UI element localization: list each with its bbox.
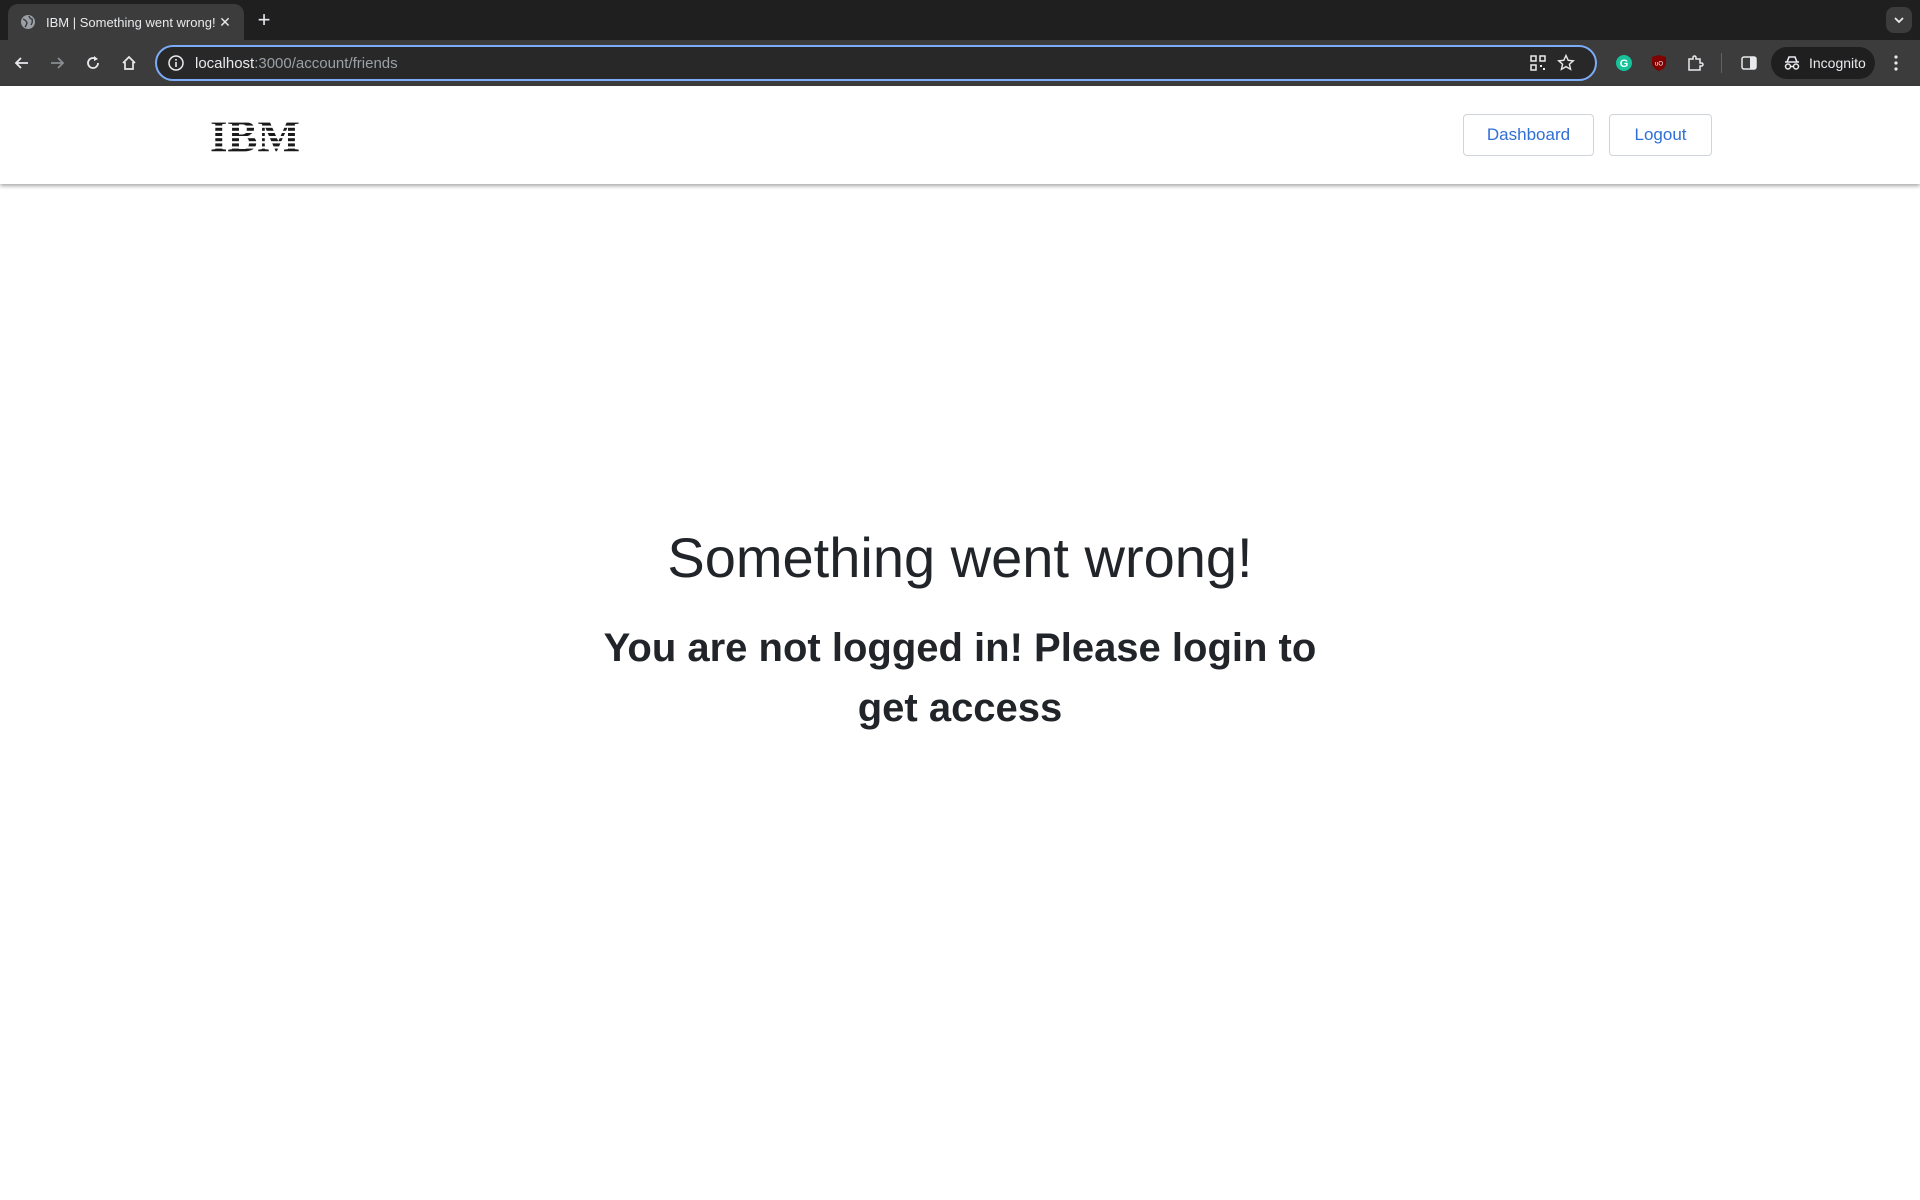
error-content: Something went wrong! You are not logged… xyxy=(0,526,1920,738)
page: IBM Dashboard Logout Something went wron… xyxy=(0,86,1920,1200)
incognito-indicator[interactable]: Incognito xyxy=(1771,47,1875,79)
browser-tab[interactable]: IBM | Something went wrong! ✕ xyxy=(8,4,244,40)
chevron-down-icon[interactable] xyxy=(1886,7,1912,33)
site-header: IBM Dashboard Logout xyxy=(0,86,1920,184)
star-icon[interactable] xyxy=(1557,47,1575,79)
svg-text:IBM: IBM xyxy=(210,117,300,155)
more-menu-icon[interactable] xyxy=(1886,52,1906,74)
reload-icon[interactable] xyxy=(80,50,106,76)
home-icon[interactable] xyxy=(116,50,142,76)
error-message: You are not logged in! Please login to g… xyxy=(603,626,1317,730)
incognito-icon xyxy=(1784,56,1800,70)
dashboard-button[interactable]: Dashboard xyxy=(1463,114,1594,156)
ublock-shield-icon[interactable]: uO xyxy=(1646,50,1672,76)
address-bar[interactable]: localhost:3000/account/friends xyxy=(155,45,1597,81)
globe-icon xyxy=(21,15,35,29)
error-title: Something went wrong! xyxy=(667,526,1253,589)
ibm-logo[interactable]: IBM xyxy=(210,117,304,155)
info-icon[interactable] xyxy=(167,54,185,72)
side-panel-icon[interactable] xyxy=(1736,50,1762,76)
toolbar-separator xyxy=(1721,53,1722,73)
extensions-puzzle-icon[interactable] xyxy=(1682,50,1708,76)
url-path: :3000/account/friends xyxy=(254,54,398,72)
svg-text:G: G xyxy=(1620,58,1629,70)
logout-button[interactable]: Logout xyxy=(1609,114,1712,156)
incognito-label: Incognito xyxy=(1809,55,1866,71)
grammarly-icon[interactable]: G xyxy=(1611,50,1637,76)
svg-text:uO: uO xyxy=(1655,62,1663,68)
back-arrow-icon[interactable] xyxy=(9,50,35,76)
browser-toolbar: localhost:3000/account/friends G uO xyxy=(0,40,1920,86)
url-host: localhost xyxy=(195,54,255,72)
tab-title: IBM | Something went wrong! xyxy=(46,14,216,30)
qr-code-icon[interactable] xyxy=(1529,47,1547,79)
forward-arrow-icon[interactable] xyxy=(44,50,70,76)
plus-icon[interactable]: + xyxy=(252,9,276,33)
close-icon[interactable]: ✕ xyxy=(216,13,234,31)
browser-tabstrip: IBM | Something went wrong! ✕ + xyxy=(0,0,1920,40)
url-text: localhost:3000/account/friends xyxy=(195,55,398,72)
